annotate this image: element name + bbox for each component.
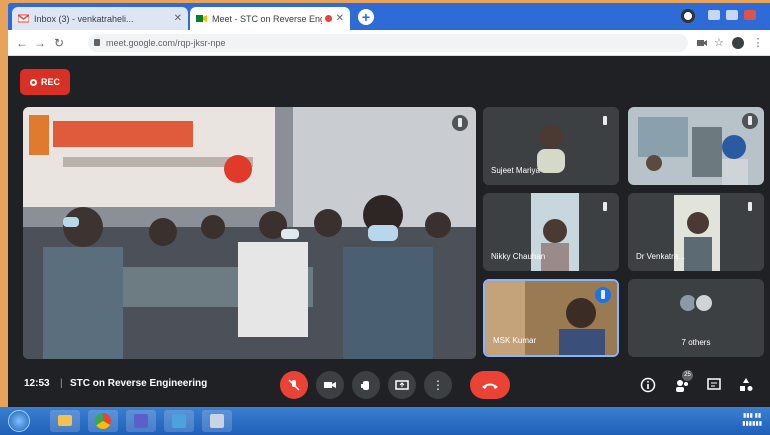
star-icon[interactable]: ☆ <box>714 37 726 49</box>
activities-icon[interactable] <box>738 377 754 393</box>
app-icon[interactable] <box>202 410 232 432</box>
main-video-tile[interactable] <box>23 107 476 359</box>
tab-meet[interactable]: Meet - STC on Reverse Engi ✕ <box>190 7 350 30</box>
new-tab-button[interactable]: + <box>358 9 374 25</box>
browser-window: Inbox (3) - venkatraheli... ✕ Meet - STC… <box>8 3 770 435</box>
present-icon <box>395 380 409 390</box>
system-clock: ▮▮▮ ▮▮ ▮▮▮▮▮▮ <box>742 413 762 427</box>
participant-count-badge: 25 <box>682 370 693 381</box>
participant-tile[interactable]: Nikky Chauhan <box>483 193 619 271</box>
chat-icon[interactable] <box>706 377 722 393</box>
close-tab-icon[interactable]: ✕ <box>174 13 182 24</box>
tab-gmail[interactable]: Inbox (3) - venkatraheli... ✕ <box>12 7 188 30</box>
gmail-icon <box>18 14 29 23</box>
back-icon[interactable]: ← <box>16 36 28 50</box>
meeting-controls-bar: 12:53 | STC on Reverse Engineering ⋮ 25 <box>8 365 770 409</box>
mic-off-icon <box>288 379 300 391</box>
more-vert-icon: ⋮ <box>432 378 444 392</box>
mic-off-icon <box>742 199 758 215</box>
forward-icon[interactable]: → <box>34 36 46 50</box>
reload-icon[interactable]: ↻ <box>54 36 64 50</box>
photos-icon[interactable] <box>164 410 194 432</box>
leave-call-button[interactable] <box>470 371 510 399</box>
recording-label: REC <box>40 77 60 87</box>
camera-permission-icon[interactable] <box>696 37 708 49</box>
participant-name: Nikky Chauhan <box>491 252 546 261</box>
start-button[interactable] <box>8 410 30 432</box>
hand-icon <box>361 381 369 390</box>
present-screen-button[interactable] <box>388 371 416 399</box>
pin-icon[interactable] <box>452 115 468 131</box>
close-tab-icon[interactable]: ✕ <box>336 13 344 24</box>
menu-icon[interactable]: ⋮ <box>752 37 764 49</box>
tab-title: Meet - STC on Reverse Engi <box>212 13 322 24</box>
record-icon <box>29 78 37 86</box>
teams-icon[interactable] <box>126 410 156 432</box>
tab-title: Inbox (3) - venkatraheli... <box>34 13 134 24</box>
close-window-button[interactable] <box>744 10 756 20</box>
lock-icon <box>94 39 100 46</box>
browser-toolbar: ← → ↻ meet.google.com/rqp-jksr-npe ☆ ⋮ <box>8 30 770 56</box>
camera-icon <box>324 382 336 388</box>
meet-icon <box>196 15 207 22</box>
hang-up-icon <box>482 383 498 389</box>
more-options-button[interactable]: ⋮ <box>424 371 452 399</box>
mic-off-icon <box>597 199 613 215</box>
recording-dot-icon <box>324 15 332 22</box>
account-avatar[interactable] <box>732 37 744 49</box>
participant-name: Dr Venkatra... <box>636 252 685 261</box>
mic-off-icon <box>742 113 758 129</box>
participant-tile[interactable] <box>628 107 764 185</box>
camera-toggle-button[interactable] <box>316 371 344 399</box>
others-tile[interactable]: 7 others <box>628 279 764 357</box>
classroom-video-feed <box>23 107 476 359</box>
people-button[interactable]: 25 <box>674 370 693 395</box>
mic-off-icon <box>597 113 613 129</box>
meeting-time: 12:53 <box>24 378 50 389</box>
meeting-title: STC on Reverse Engineering <box>70 378 208 389</box>
os-taskbar: ▮▮▮ ▮▮ ▮▮▮▮▮▮ <box>0 407 770 435</box>
tab-strip: Inbox (3) - venkatraheli... ✕ Meet - STC… <box>8 3 770 30</box>
profile-icon[interactable] <box>681 9 695 23</box>
participant-name: MSK Kumar <box>493 336 537 345</box>
speaking-indicator-icon <box>595 287 611 303</box>
url-text: meet.google.com/rqp-jksr-npe <box>106 38 226 48</box>
maximize-button[interactable] <box>726 10 738 20</box>
recording-badge: REC <box>20 69 70 95</box>
explorer-icon[interactable] <box>50 410 80 432</box>
participant-tile[interactable]: Sujeet Mariya <box>483 107 619 185</box>
minimize-button[interactable] <box>708 10 720 20</box>
others-label: 7 others <box>681 338 711 347</box>
mic-toggle-button[interactable] <box>280 371 308 399</box>
participant-name: Sujeet Mariya <box>491 166 540 175</box>
info-icon[interactable] <box>640 377 656 393</box>
participant-tile[interactable]: Dr Venkatra... <box>628 193 764 271</box>
participant-tile-active[interactable]: MSK Kumar <box>483 279 619 357</box>
address-bar[interactable]: meet.google.com/rqp-jksr-npe <box>88 34 688 52</box>
avatar <box>694 293 714 313</box>
raise-hand-button[interactable] <box>352 371 380 399</box>
chrome-icon[interactable] <box>88 410 118 432</box>
separator: | <box>60 378 63 389</box>
